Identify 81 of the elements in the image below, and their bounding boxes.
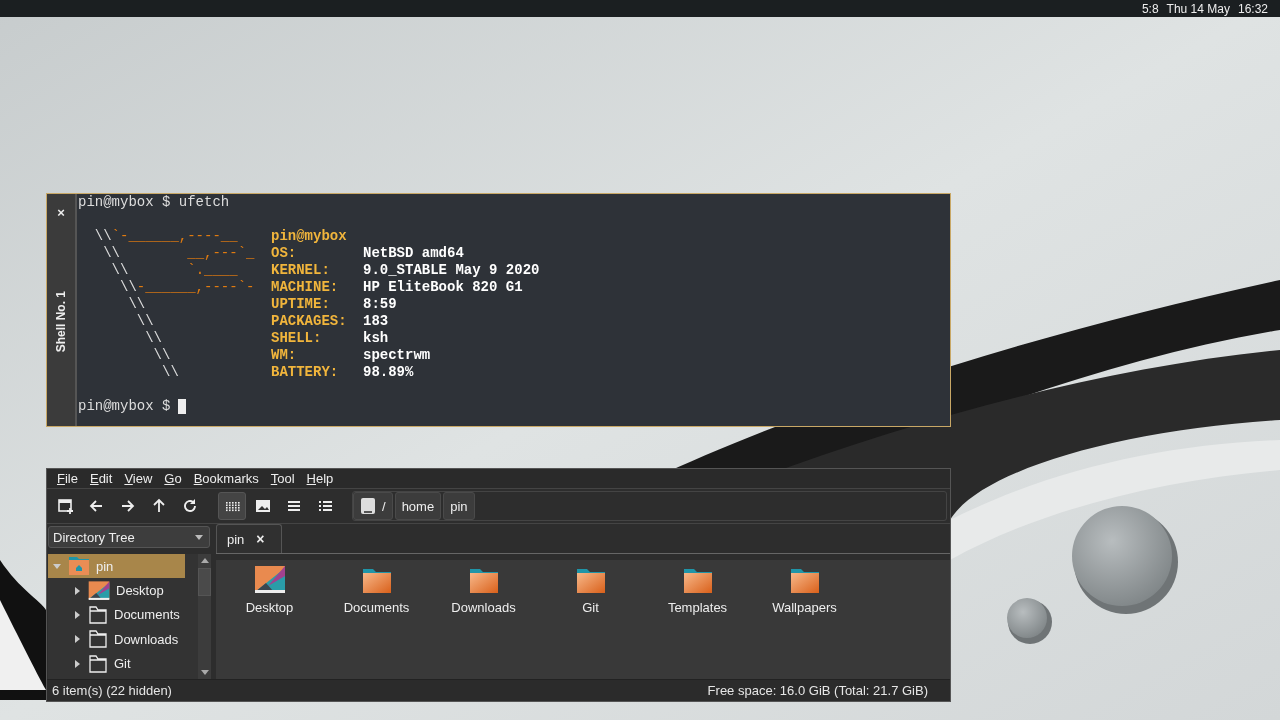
item-label: Templates [667,600,728,615]
tree-item-label: Downloads [114,631,179,647]
item-label: Documents [343,600,410,615]
path-button[interactable]: / [353,492,393,520]
tree-item[interactable]: Downloads [48,627,198,652]
user-host: pin@mybox [271,228,348,245]
folder-item[interactable]: Downloads [430,564,537,615]
info-value: 9.0_STABLE May 9 2020 [363,262,540,279]
folder-item[interactable]: Templates [644,564,751,615]
expander-icon[interactable] [73,635,81,644]
sphere-drawing [1007,598,1052,644]
scroll-down-icon[interactable] [200,668,209,676]
caret-icon [195,534,203,540]
free-space-text: Free space: 16.0 GiB (Total: 21.7 GiB) [707,683,928,698]
scrollbar-thumb[interactable] [198,568,211,596]
expander-icon[interactable] [73,610,81,619]
close-button[interactable]: × [57,205,65,220]
cursor [178,399,187,414]
status-text: 6 item(s) (22 hidden) [52,683,172,698]
info-value: 98.89% [363,364,415,381]
folder-item[interactable]: Git [537,564,644,615]
info-value: ksh [363,330,390,347]
scrollbar[interactable] [198,554,211,679]
scroll-up-icon[interactable] [200,557,209,565]
tree-item[interactable]: Documents [48,602,198,628]
expander-icon[interactable] [73,586,81,595]
info-value: spectrwm [363,347,432,364]
desktop-icon [88,579,110,602]
info-label: SHELL: [271,330,323,347]
prompt: pin@mybox $ [78,398,171,415]
info-label: BATTERY: [271,364,340,381]
close-tab-button[interactable]: × [256,531,265,547]
desktop-icon [253,564,286,596]
folder-icon [88,653,108,674]
menu-item[interactable]: Tool [264,471,301,486]
tree-item-label: pin [96,558,114,574]
clock-text: 16:32 [1237,1,1268,16]
side-pane-dropdown[interactable]: Directory Tree [48,526,210,548]
info-value: 183 [363,313,390,330]
clock-text: Thu 14 May [1166,1,1230,16]
path-button[interactable]: home [394,492,442,520]
menu-item[interactable]: Edit [83,471,119,486]
tree-item[interactable]: Desktop [48,578,198,603]
expander-icon[interactable] [73,659,81,668]
path-button[interactable]: pin [443,492,475,520]
clock-text: 5:8 [1141,1,1159,16]
info-value: HP EliteBook 820 G1 [363,279,524,296]
ascii-logo: \\`-______,----__ \\ __,---`_ \\ `.____ \\-______,----`- \\ \\ \\ \\ \\ [93,228,256,381]
drive-icon [360,497,376,515]
menu-item[interactable]: View [118,471,159,486]
menu-item[interactable]: File [51,471,84,486]
info-label: KERNEL: [271,262,331,279]
info-label: MACHINE: [271,279,340,296]
new-window-icon [56,496,76,516]
tree-item-label: Desktop [116,583,164,599]
info-value: 8:59 [363,296,398,313]
terminal-tab[interactable]: Shell No. 1 [54,291,68,353]
folder-item[interactable]: Desktop [216,564,323,615]
view-mode-button[interactable] [218,492,246,520]
item-label: Wallpapers [772,600,837,615]
menu-item[interactable]: Help [300,471,340,486]
info-label: UPTIME: [271,296,331,313]
folder-tab[interactable]: pin × [216,524,282,553]
info-value: NetBSD amd64 [363,245,465,262]
tree-item[interactable]: Git [48,651,198,676]
tree-item-label: Documents [114,607,180,623]
item-label: Git [582,600,599,615]
command-line: pin@mybox $ ufetch [78,194,231,211]
home-folder-icon [68,556,90,577]
item-label: Desktop [245,600,294,615]
info-label: OS: [271,245,298,262]
info-label: PACKAGES: [271,313,348,330]
folder-item[interactable]: Wallpapers [751,564,858,615]
item-label: Downloads [451,600,516,615]
menu-item[interactable]: Bookmarks [187,471,265,486]
folder-icon [88,604,108,625]
folder-icon [88,629,108,650]
tree-item-label: Git [114,656,131,672]
info-label: WM: [271,347,298,364]
menu-item[interactable]: Go [158,471,188,486]
folder-item[interactable]: Documents [323,564,430,615]
